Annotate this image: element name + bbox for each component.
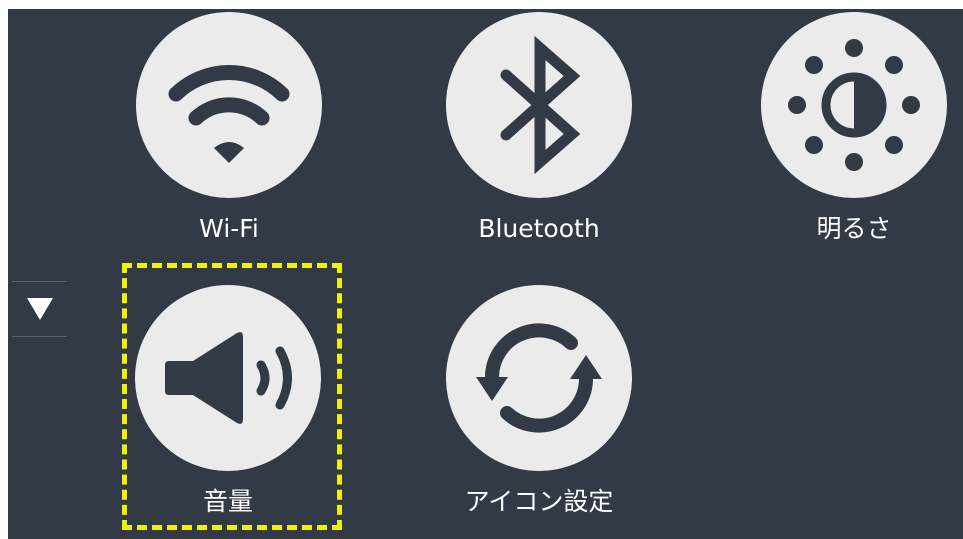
bluetooth-tile[interactable]: Bluetooth <box>446 12 646 243</box>
brightness-icon <box>788 39 920 171</box>
wifi-label: Wi-Fi <box>199 214 259 243</box>
bluetooth-icon <box>500 35 581 175</box>
icon-settings-button[interactable] <box>446 285 632 471</box>
triangle-down-icon <box>27 298 53 320</box>
icon-settings-tile[interactable]: アイコン設定 <box>446 285 646 516</box>
sync-icon <box>476 323 602 433</box>
wifi-button[interactable] <box>136 12 322 198</box>
bluetooth-label: Bluetooth <box>478 214 600 243</box>
settings-screen: Wi-Fi Bluetooth 明るさ 音量 アイコン設定 <box>8 9 963 539</box>
icon-settings-label: アイコン設定 <box>464 487 614 516</box>
wifi-icon <box>168 65 290 163</box>
volume-button[interactable] <box>135 285 321 471</box>
brightness-button[interactable] <box>761 12 947 198</box>
wifi-tile[interactable]: Wi-Fi <box>136 12 336 243</box>
scroll-down-button[interactable] <box>12 281 67 337</box>
volume-icon <box>165 332 292 424</box>
brightness-tile[interactable]: 明るさ <box>761 12 961 243</box>
volume-label: 音量 <box>202 487 253 516</box>
volume-tile[interactable]: 音量 <box>135 285 335 516</box>
bluetooth-button[interactable] <box>446 12 632 198</box>
brightness-label: 明るさ <box>816 214 892 243</box>
